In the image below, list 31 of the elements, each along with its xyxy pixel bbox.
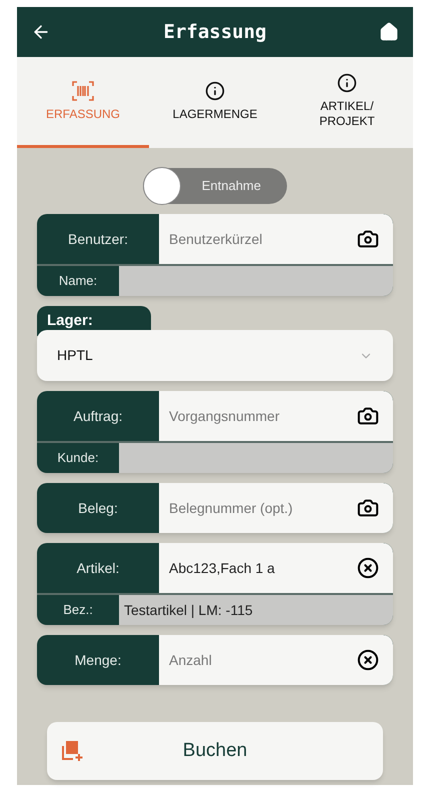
camera-icon[interactable] bbox=[357, 228, 379, 250]
field-label: Beleg: bbox=[77, 498, 119, 518]
clear-icon[interactable] bbox=[357, 649, 379, 671]
tab[interactable]: LAGERMENGE bbox=[149, 57, 281, 148]
field-label: Auftrag: bbox=[72, 406, 124, 426]
field-label: Kunde: bbox=[56, 449, 100, 468]
barcode-scan-icon bbox=[72, 80, 94, 100]
field-label: Menge: bbox=[74, 650, 122, 670]
input-field[interactable]: Vorgangsnummer bbox=[159, 391, 393, 441]
toggle-switch[interactable]: Entnahme bbox=[143, 168, 287, 204]
clear-icon[interactable] bbox=[357, 557, 379, 579]
input-field[interactable]: Anzahl bbox=[159, 635, 393, 685]
tab[interactable]: ARTIKEL/ PROJEKT bbox=[281, 57, 413, 148]
submit-button[interactable]: Buchen bbox=[47, 722, 383, 780]
info-icon bbox=[337, 73, 357, 93]
field-value: Testartikel | LM: -115 bbox=[124, 600, 253, 620]
input-field[interactable]: Benutzerkürzel bbox=[159, 214, 393, 264]
info-icon bbox=[205, 80, 225, 100]
add-to-stock-icon bbox=[61, 740, 83, 762]
dropdown[interactable]: HPTL bbox=[37, 330, 393, 381]
tab[interactable]: ERFASSUNG bbox=[17, 57, 149, 148]
field-label: Bez.: bbox=[62, 601, 94, 620]
camera-icon[interactable] bbox=[357, 497, 379, 519]
field-label: Benutzer: bbox=[67, 230, 129, 248]
header-title: Erfassung bbox=[164, 20, 266, 45]
input-field[interactable]: Belegnummer (opt.) bbox=[159, 483, 393, 533]
input-field[interactable]: Abc123,Fach 1 a bbox=[159, 543, 393, 593]
home-icon[interactable] bbox=[378, 22, 399, 42]
field-label: Name: bbox=[58, 272, 98, 290]
camera-icon[interactable] bbox=[357, 405, 379, 427]
field-label: Artikel: bbox=[76, 558, 120, 578]
